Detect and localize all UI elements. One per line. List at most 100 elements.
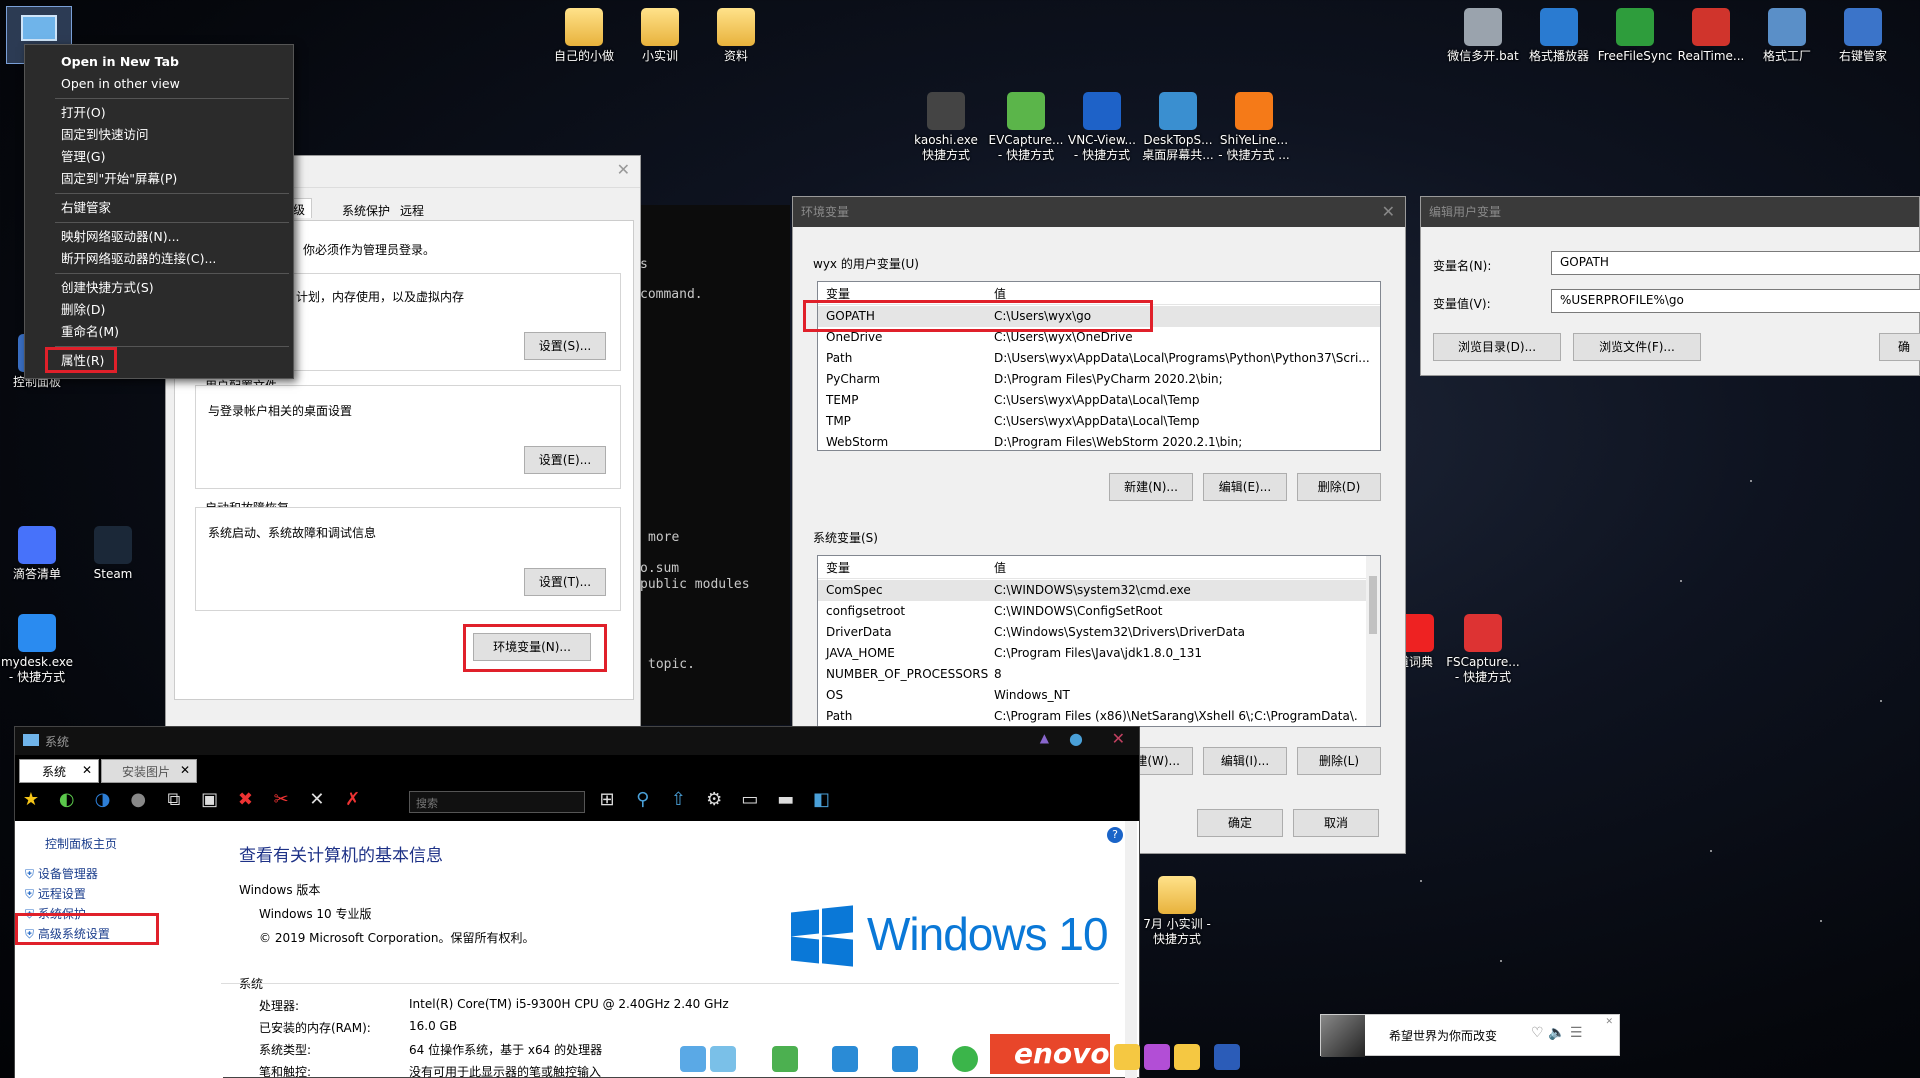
back-icon[interactable]: ◐ <box>55 789 79 811</box>
word-icon[interactable] <box>1214 1044 1240 1070</box>
cancel-button[interactable]: 取消 <box>1293 809 1379 837</box>
ok-button[interactable]: 确 <box>1879 333 1920 361</box>
layout3-icon[interactable]: ◧ <box>809 789 833 811</box>
desktop-icon[interactable]: kaoshi.exe 快捷方式 <box>907 92 985 163</box>
system-delete-button[interactable]: 删除(L) <box>1297 747 1381 775</box>
variable-row[interactable]: Path D:\Users\wyx\AppData\Local\Programs\… <box>818 348 1380 369</box>
close-icon[interactable]: ✕ <box>1605 1017 1613 1027</box>
variable-row[interactable]: DriverData C:\Windows\System32\Drivers\Dr… <box>818 622 1366 643</box>
volume-icon[interactable]: 🔈 <box>1548 1025 1565 1041</box>
folder-purple-icon[interactable] <box>1144 1044 1170 1070</box>
profile-settings-button[interactable]: 设置(E)... <box>524 446 606 474</box>
desktop-icon[interactable]: VNC-View... - 快捷方式 <box>1063 92 1141 163</box>
terminal-window[interactable]: s command. more o.sum public modules top… <box>640 205 790 725</box>
desktop-icon[interactable]: 资料 <box>697 8 775 64</box>
pin-icon[interactable]: ⚲ <box>631 789 655 811</box>
remove-icon[interactable]: ✕ <box>305 789 329 811</box>
col-val[interactable]: 值 <box>994 558 1358 579</box>
variable-row[interactable]: TMP C:\Users\wyx\AppData\Local\Temp <box>818 411 1380 432</box>
desktop-icon[interactable]: ShiYeLine... - 快捷方式 ... <box>1215 92 1293 163</box>
user-new-button[interactable]: 新建(N)... <box>1109 473 1193 501</box>
edit-user-variable-dialog[interactable]: 编辑用户变量 变量名(N): GOPATH 变量值(V): %USERPROFI… <box>1420 196 1920 376</box>
folder-icon[interactable] <box>1174 1044 1200 1070</box>
desktop-icon[interactable]: 自己的小做 <box>545 8 623 64</box>
tab-system-protection[interactable]: 系统保护 <box>336 200 396 221</box>
minimize-icon[interactable]: ▲ <box>1040 731 1049 745</box>
user-edit-button[interactable]: 编辑(E)... <box>1203 473 1287 501</box>
ok-button[interactable]: 确定 <box>1197 809 1283 837</box>
startup-settings-button[interactable]: 设置(T)... <box>524 568 606 596</box>
folder-green-icon[interactable] <box>772 1046 798 1072</box>
maximize-icon[interactable]: ● <box>1069 729 1083 748</box>
help-icon[interactable]: ? <box>1107 827 1123 843</box>
desktop-icon[interactable]: 微信多开.bat <box>1444 8 1522 64</box>
var-name-input[interactable]: GOPATH <box>1551 251 1920 275</box>
menu-pin-start[interactable]: 固定到"开始"屏幕(P) <box>25 168 293 190</box>
variable-row[interactable]: Path C:\Program Files (x86)\NetSarang\Xsh… <box>818 706 1366 727</box>
user-delete-button[interactable]: 删除(D) <box>1297 473 1381 501</box>
up-icon[interactable]: ● <box>126 789 150 811</box>
menu-open-other-view[interactable]: Open in other view <box>25 73 293 95</box>
cut-icon[interactable]: ✂ <box>269 789 293 811</box>
variable-row[interactable]: configsetroot C:\WINDOWS\ConfigSetRoot <box>818 601 1366 622</box>
menu-delete[interactable]: 删除(D) <box>25 299 293 321</box>
variable-row[interactable]: NUMBER_OF_PROCESSORS 8 <box>818 664 1366 685</box>
desktop-icon[interactable]: 格式工厂 <box>1748 8 1826 64</box>
wechat-icon[interactable] <box>952 1046 978 1072</box>
scrollbar[interactable] <box>1125 821 1137 1078</box>
menu-open[interactable]: 打开(O) <box>25 102 293 124</box>
menu-open-new-tab[interactable]: Open in New Tab <box>25 51 293 73</box>
menu-map-drive[interactable]: 映射网络驱动器(N)... <box>25 226 293 248</box>
nav-device-manager[interactable]: ⛨ 设备管理器 <box>25 865 98 882</box>
folder-blue-icon[interactable] <box>832 1046 858 1072</box>
desktop-icon[interactable]: FSCapture... - 快捷方式 <box>1444 614 1522 685</box>
settings-gear-icon[interactable]: ⚙ <box>702 789 726 811</box>
close-icon[interactable]: ✕ <box>617 160 630 179</box>
variable-row[interactable]: TEMP C:\Users\wyx\AppData\Local\Temp <box>818 390 1380 411</box>
var-value-input[interactable]: %USERPROFILE%\go <box>1551 289 1920 313</box>
favorite-star-icon[interactable]: ★ <box>19 789 43 811</box>
close-icon[interactable]: ✕ <box>82 763 92 777</box>
desktop-icon[interactable]: Steam <box>74 526 152 582</box>
image-icon[interactable] <box>710 1046 736 1072</box>
menu-disconnect-drive[interactable]: 断开网络驱动器的连接(C)... <box>25 248 293 270</box>
col-var[interactable]: 变量 <box>826 558 850 579</box>
system-explorer-window[interactable]: 系统 ▲ ● ✕ 系统 ✕ 安装图片 ✕ ★ ◐ ◑ ● ⧉ ▣ ✖ ✂ ✕ ✗ 搜… <box>14 726 1140 1078</box>
desktop-icon[interactable]: RealTime... <box>1672 8 1750 64</box>
menu-pin-quick-access[interactable]: 固定到快速访问 <box>25 124 293 146</box>
variable-row[interactable]: ComSpec C:\WINDOWS\system32\cmd.exe <box>818 580 1366 601</box>
variable-row[interactable]: OS Windows_NT <box>818 685 1366 706</box>
performance-settings-button[interactable]: 设置(S)... <box>524 332 606 360</box>
desktop-icon[interactable]: DeskTopS... 桌面屏幕共... <box>1139 92 1217 163</box>
search-input[interactable]: 搜索 <box>409 791 585 813</box>
tab-remote[interactable]: 远程 <box>394 200 430 221</box>
desktop-icon[interactable]: 小实训 <box>621 8 699 64</box>
delete-icon[interactable]: ✖ <box>233 789 257 811</box>
music-widget[interactable]: 希望世界为你而改变 ♡ 🔈 ☰ ✕ <box>1320 1014 1620 1057</box>
layout1-icon[interactable]: ▭ <box>738 789 762 811</box>
clear-icon[interactable]: ✗ <box>341 789 365 811</box>
nav-control-panel-home[interactable]: 控制面板主页 <box>45 835 117 852</box>
desktop-icon[interactable]: FreeFileSync <box>1596 8 1674 64</box>
variable-row[interactable]: JAVA_HOME C:\Program Files\Java\jdk1.8.0_… <box>818 643 1366 664</box>
variable-row[interactable]: PyCharm D:\Program Files\PyCharm 2020.2\b… <box>818 369 1380 390</box>
view-icon[interactable]: ⊞ <box>595 789 619 811</box>
tab-system[interactable]: 系统 ✕ <box>19 759 99 783</box>
context-menu[interactable]: Open in New Tab Open in other view 打开(O)… <box>24 44 294 379</box>
nav-remote-settings[interactable]: ⛨ 远程设置 <box>25 885 86 902</box>
close-icon[interactable]: ✕ <box>1382 197 1395 227</box>
pc-icon[interactable] <box>680 1046 706 1072</box>
forward-icon[interactable]: ◑ <box>90 789 114 811</box>
menu-create-shortcut[interactable]: 创建快捷方式(S) <box>25 277 293 299</box>
close-icon[interactable]: ✕ <box>1112 729 1125 748</box>
menu-rename[interactable]: 重命名(M) <box>25 321 293 343</box>
desktop-icon[interactable]: EVCapture... - 快捷方式 <box>987 92 1065 163</box>
menu-manage[interactable]: 管理(G) <box>25 146 293 168</box>
scrollbar[interactable] <box>1366 556 1380 726</box>
variable-row[interactable]: WebStorm D:\Program Files\WebStorm 2020.2… <box>818 432 1380 453</box>
playlist-icon[interactable]: ☰ <box>1570 1025 1583 1041</box>
menu-right-click-manager[interactable]: 右键管家 <box>25 197 293 219</box>
desktop-icon[interactable]: 格式播放器 <box>1520 8 1598 64</box>
paste-icon[interactable]: ▣ <box>198 789 222 811</box>
desktop-icon[interactable]: 7月 小实训 - 快捷方式 <box>1138 876 1216 947</box>
